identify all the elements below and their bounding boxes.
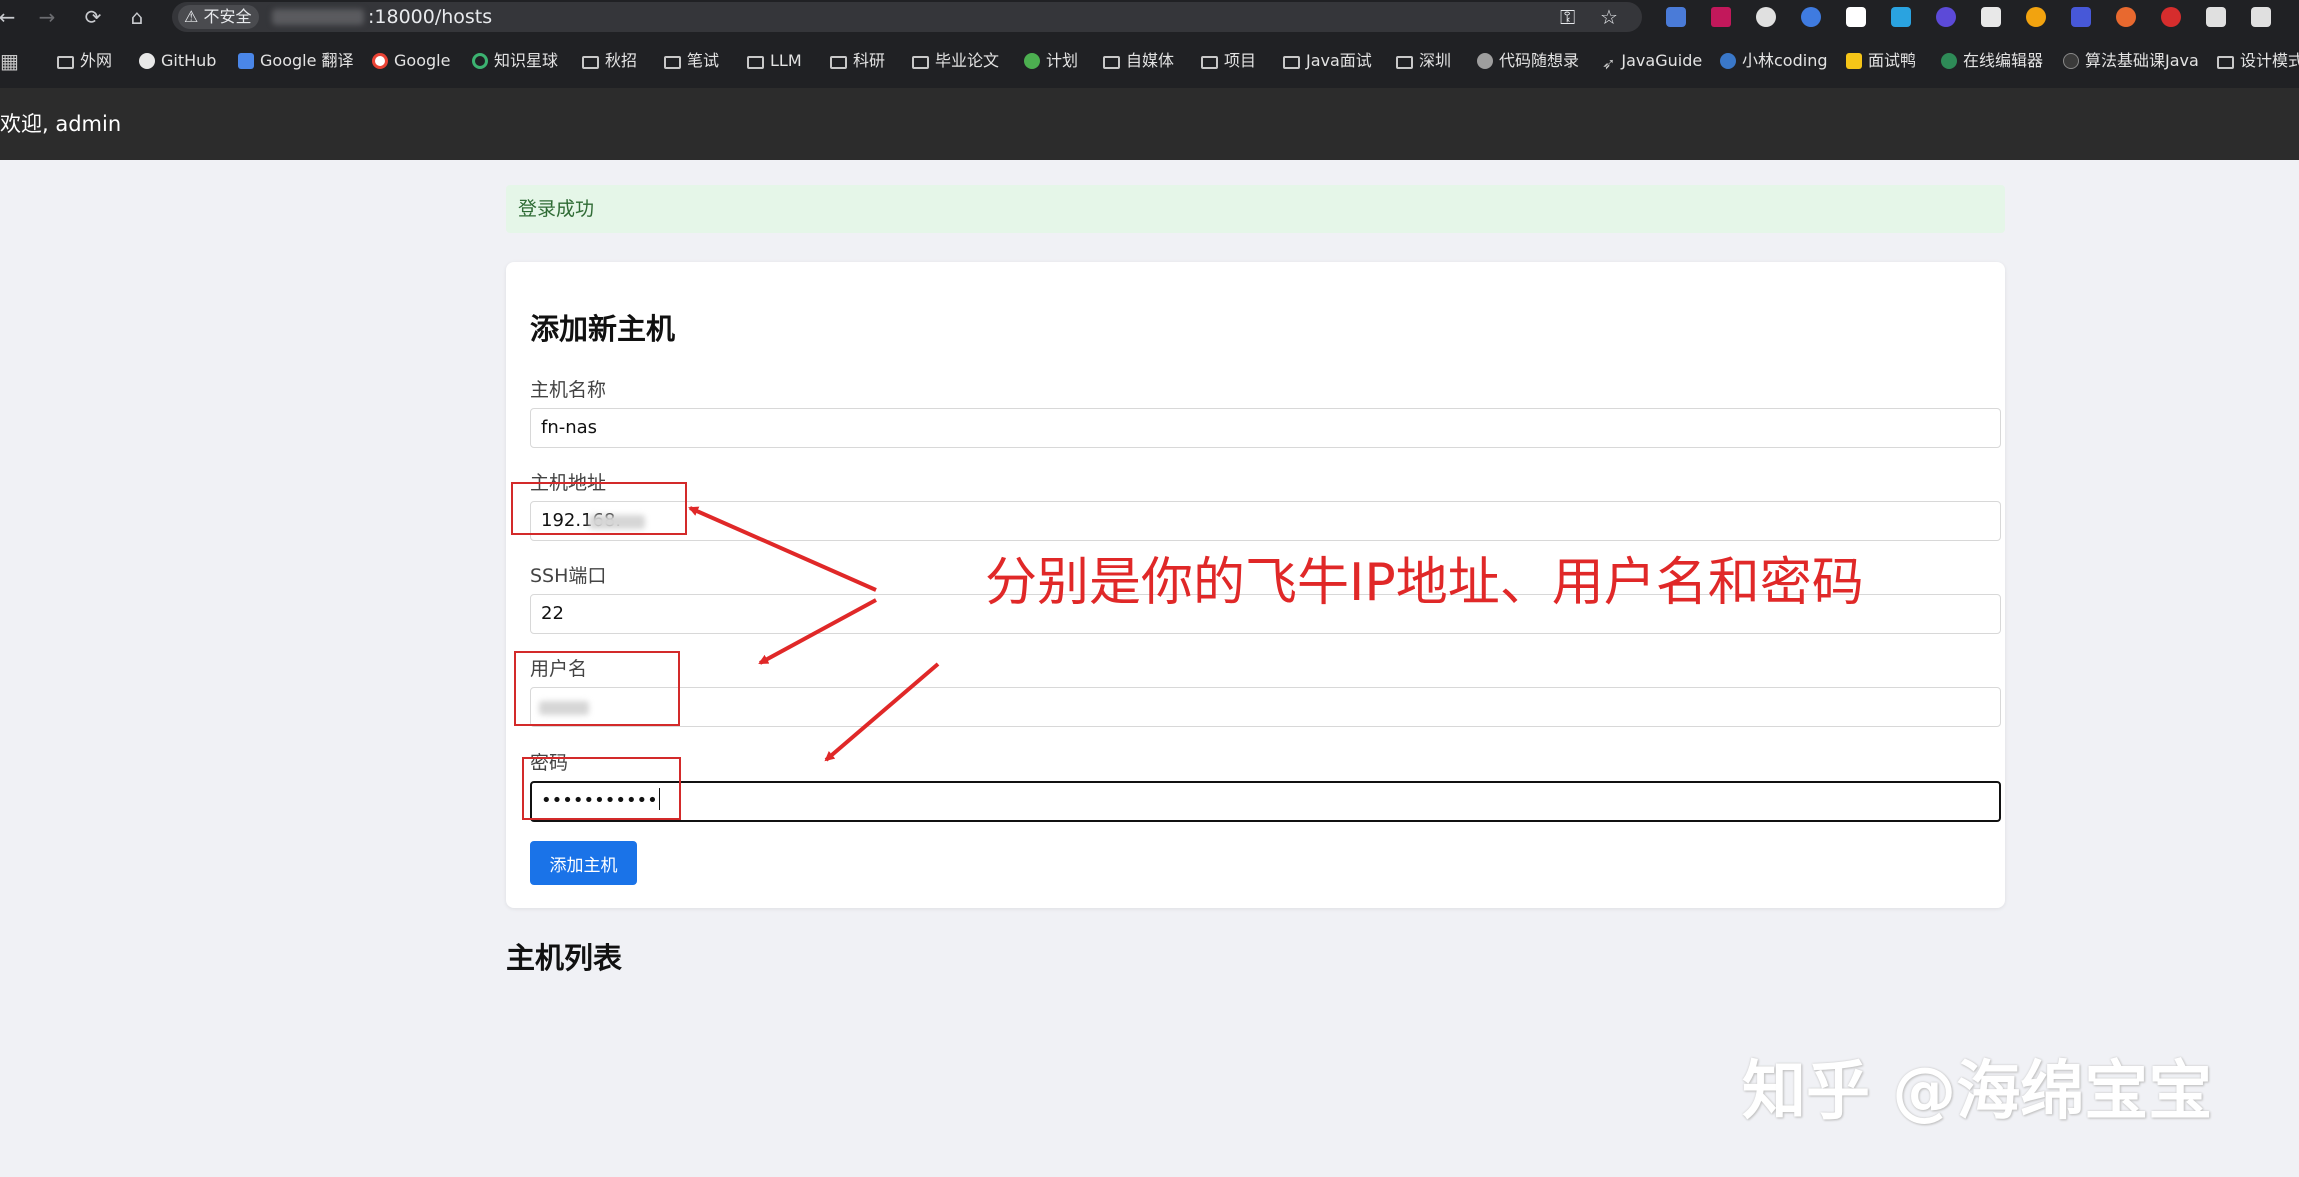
watermark: 知乎 @海绵宝宝 xyxy=(1742,1055,2213,1129)
arrow-to-host-address xyxy=(688,506,877,592)
arrow-to-password xyxy=(824,662,940,762)
arrow-to-username xyxy=(758,598,877,665)
annotation-text: 分别是你的飞牛IP地址、用户名和密码 xyxy=(985,553,1864,613)
